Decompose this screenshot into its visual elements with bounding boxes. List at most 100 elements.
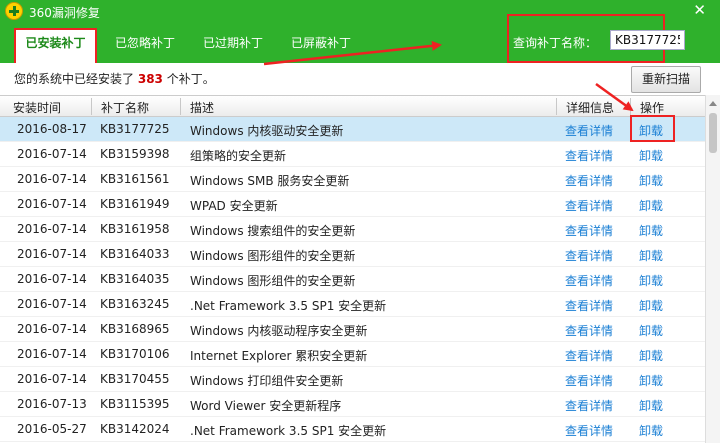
uninstall-link[interactable]: 卸载 (639, 397, 663, 414)
view-details-link[interactable]: 查看详情 (565, 197, 613, 214)
table-row[interactable]: 2016-07-14 KB3164035 Windows 图形组件的安全更新 查看详情… (0, 267, 705, 292)
install-date: 2016-07-14 (17, 322, 87, 336)
patch-name: KB3115395 (100, 397, 170, 411)
uninstall-link[interactable]: 卸载 (639, 422, 663, 439)
install-date: 2016-07-14 (17, 247, 87, 261)
install-date: 2016-07-14 (17, 347, 87, 361)
uninstall-link[interactable]: 卸载 (639, 197, 663, 214)
patch-description: Windows 内核驱动程序安全更新 (190, 324, 368, 338)
view-details-link[interactable]: 查看详情 (565, 147, 613, 164)
table-row[interactable]: 2016-07-14 KB3170455 Windows 打印组件安全更新 查看详情 卸… (0, 367, 705, 392)
vertical-scrollbar[interactable] (705, 95, 720, 443)
install-date: 2016-07-14 (17, 197, 87, 211)
table-row[interactable]: 2016-08-17 KB3177725 Windows 内核驱动安全更新 查看详情 卸… (0, 117, 705, 142)
view-details-link[interactable]: 查看详情 (565, 272, 613, 289)
patch-description: .Net Framework 3.5 SP1 安全更新 (190, 424, 387, 438)
rescan-button[interactable]: 重新扫描 (631, 66, 701, 93)
column-description[interactable]: 描述 (190, 99, 214, 116)
view-details-link[interactable]: 查看详情 (565, 422, 613, 439)
install-date: 2016-07-14 (17, 297, 87, 311)
patch-list: 2016-08-17 KB3177725 Windows 内核驱动安全更新 查看详情卸… (0, 117, 705, 443)
patch-name: KB3161561 (100, 172, 170, 186)
uninstall-link[interactable]: 卸载 (639, 247, 663, 264)
view-details-link[interactable]: 查看详情 (565, 297, 613, 314)
table-row[interactable]: 2016-07-14 KB3161949 WPAD 安全更新 查看详情 卸载 (0, 192, 705, 217)
patch-description: .Net Framework 3.5 SP1 安全更新 (190, 299, 387, 313)
uninstall-link[interactable]: 卸载 (639, 222, 663, 239)
view-details-link[interactable]: 查看详情 (565, 222, 613, 239)
view-details-link[interactable]: 查看详情 (565, 122, 613, 139)
column-divider[interactable] (180, 98, 181, 115)
column-install-time[interactable]: 安装时间 (13, 99, 61, 116)
install-date: 2016-08-17 (17, 122, 87, 136)
table-row[interactable]: 2016-07-14 KB3170106 Internet Explorer 累积安… (0, 342, 705, 367)
uninstall-link[interactable]: 卸载 (639, 322, 663, 339)
tab-blocked-patches[interactable]: 已屏蔽补丁 (291, 34, 351, 60)
installed-summary: 您的系统中已经安装了 383 个补丁。 (14, 70, 215, 87)
install-date: 2016-07-13 (17, 397, 87, 411)
table-row[interactable]: 2016-07-14 KB3161561 Windows SMB 服务安全更新 查看详… (0, 167, 705, 192)
uninstall-link[interactable]: 卸载 (639, 122, 663, 139)
table-row[interactable]: 2016-07-14 KB3161958 Windows 搜索组件的安全更新 查看详情… (0, 217, 705, 242)
patch-name: KB3164035 (100, 272, 170, 286)
patch-description: Windows SMB 服务安全更新 (190, 174, 350, 188)
patch-description: Internet Explorer 累积安全更新 (190, 349, 368, 363)
patch-name: KB3159398 (100, 147, 170, 161)
view-details-link[interactable]: 查看详情 (565, 347, 613, 364)
summary-prefix: 您的系统中已经安装了 (14, 72, 135, 86)
install-date: 2016-07-14 (17, 147, 87, 161)
tab-expired-patches[interactable]: 已过期补丁 (203, 34, 263, 60)
uninstall-link[interactable]: 卸载 (639, 297, 663, 314)
app-logo-icon (5, 2, 23, 20)
close-icon[interactable]: ✕ (693, 2, 706, 18)
uninstall-link[interactable]: 卸载 (639, 347, 663, 364)
patch-description: Windows 内核驱动安全更新 (190, 124, 344, 138)
patch-name: KB3142024 (100, 422, 170, 436)
install-date: 2016-07-14 (17, 372, 87, 386)
uninstall-link[interactable]: 卸载 (639, 372, 663, 389)
table-row[interactable]: 2016-05-27 KB3142024 .Net Framework 3.5 SP… (0, 417, 705, 442)
column-divider[interactable] (630, 98, 631, 115)
patch-description: WPAD 安全更新 (190, 199, 278, 213)
window-title: 360漏洞修复 (29, 6, 100, 20)
tab-ignored-patches[interactable]: 已忽略补丁 (115, 34, 175, 60)
uninstall-link[interactable]: 卸载 (639, 172, 663, 189)
view-details-link[interactable]: 查看详情 (565, 247, 613, 264)
column-patch-name[interactable]: 补丁名称 (101, 99, 149, 116)
patch-name: KB3164033 (100, 247, 170, 261)
view-details-link[interactable]: 查看详情 (565, 372, 613, 389)
patch-description: Windows 打印组件安全更新 (190, 374, 344, 388)
table-row[interactable]: 2016-07-14 KB3168965 Windows 内核驱动程序安全更新 查看详… (0, 317, 705, 342)
patch-name: KB3177725 (100, 122, 170, 136)
patch-name: KB3163245 (100, 297, 170, 311)
install-date: 2016-07-14 (17, 172, 87, 186)
patch-search-input[interactable] (610, 30, 685, 50)
column-action[interactable]: 操作 (640, 99, 664, 116)
patch-name: KB3168965 (100, 322, 170, 336)
column-divider[interactable] (91, 98, 92, 115)
column-details[interactable]: 详细信息 (566, 99, 614, 116)
patch-description: Windows 搜索组件的安全更新 (190, 224, 356, 238)
table-row[interactable]: 2016-07-14 KB3164033 Windows 图形组件的安全更新 查看详情… (0, 242, 705, 267)
table-header: 安装时间 补丁名称 描述 详细信息 操作 (0, 95, 705, 117)
scroll-thumb[interactable] (709, 113, 717, 153)
patch-description: Word Viewer 安全更新程序 (190, 399, 342, 413)
patch-description: 组策略的安全更新 (190, 149, 287, 163)
view-details-link[interactable]: 查看详情 (565, 172, 613, 189)
tab-installed-patches[interactable]: 已安装补丁 (14, 28, 97, 63)
info-bar: 您的系统中已经安装了 383 个补丁。 重新扫描 (0, 63, 720, 95)
table-row[interactable]: 2016-07-14 KB3163245 .Net Framework 3.5 SP… (0, 292, 705, 317)
table-row[interactable]: 2016-07-14 KB3159398 组策略的安全更新 查看详情 卸载 (0, 142, 705, 167)
install-date: 2016-07-14 (17, 272, 87, 286)
patch-name: KB3170106 (100, 347, 170, 361)
view-details-link[interactable]: 查看详情 (565, 397, 613, 414)
column-divider[interactable] (556, 98, 557, 115)
uninstall-link[interactable]: 卸载 (639, 272, 663, 289)
scroll-up-arrow-icon[interactable] (709, 101, 717, 106)
install-date: 2016-05-27 (17, 422, 87, 436)
installed-count: 383 (137, 72, 163, 86)
view-details-link[interactable]: 查看详情 (565, 322, 613, 339)
patch-name: KB3161949 (100, 197, 170, 211)
table-row[interactable]: 2016-07-13 KB3115395 Word Viewer 安全更新程序 查看详… (0, 392, 705, 417)
uninstall-link[interactable]: 卸载 (639, 147, 663, 164)
